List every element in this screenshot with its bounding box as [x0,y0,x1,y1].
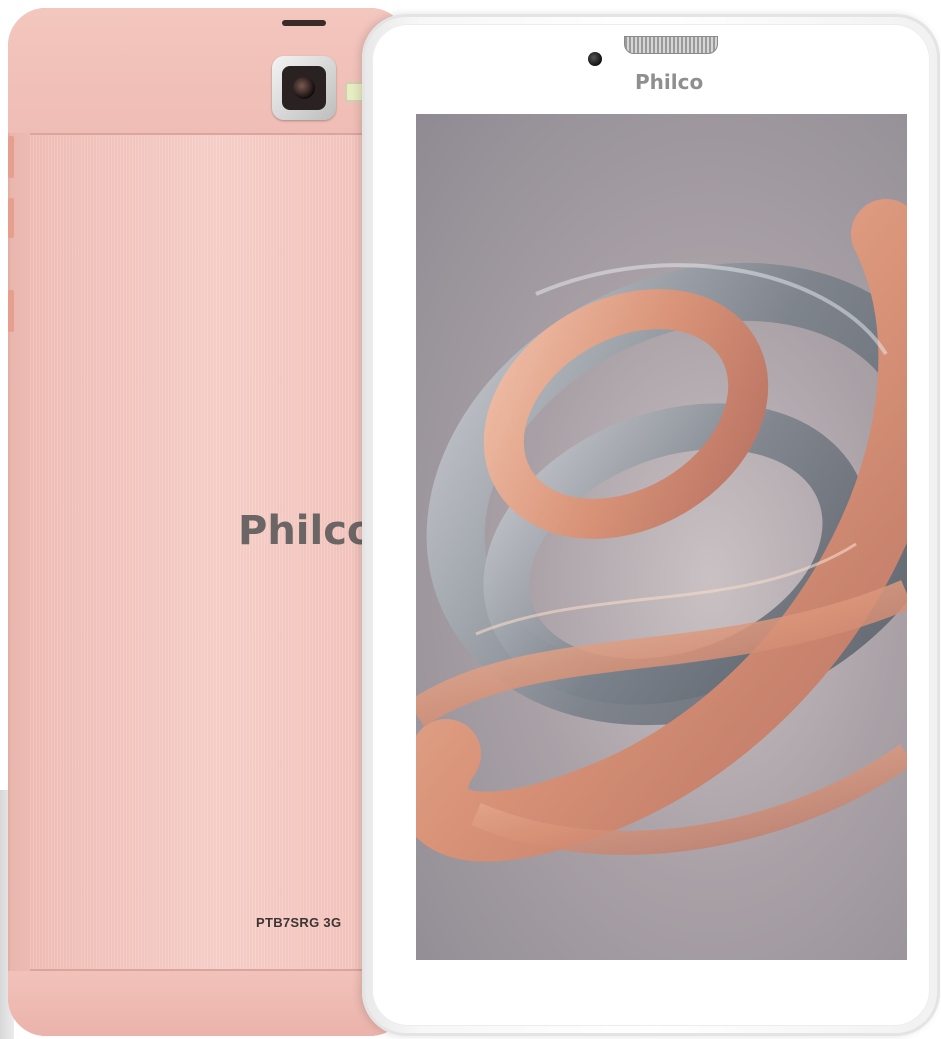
camera-icon [272,56,336,120]
volume-down-button[interactable] [8,198,14,238]
speaker-grille-icon [624,36,718,54]
model-label: PTB7SRG 3G [256,915,342,930]
tablet-front: Philco [362,14,940,1036]
back-brand-logo: Philco [238,508,375,554]
front-bezel: Philco [372,24,930,1026]
wallpaper-ribbons [416,199,907,862]
power-button[interactable] [8,290,14,332]
back-top-cap [8,8,408,133]
tablet-screen[interactable] [416,114,907,960]
tablet-back-panel: Philco PTB7SRG 3G [8,8,408,1036]
back-bottom-cap [8,971,408,1036]
front-camera-icon [588,52,602,66]
camera-lens [282,66,326,110]
volume-button[interactable] [8,136,14,178]
top-port [282,20,326,26]
front-brand-logo: Philco [635,70,704,94]
